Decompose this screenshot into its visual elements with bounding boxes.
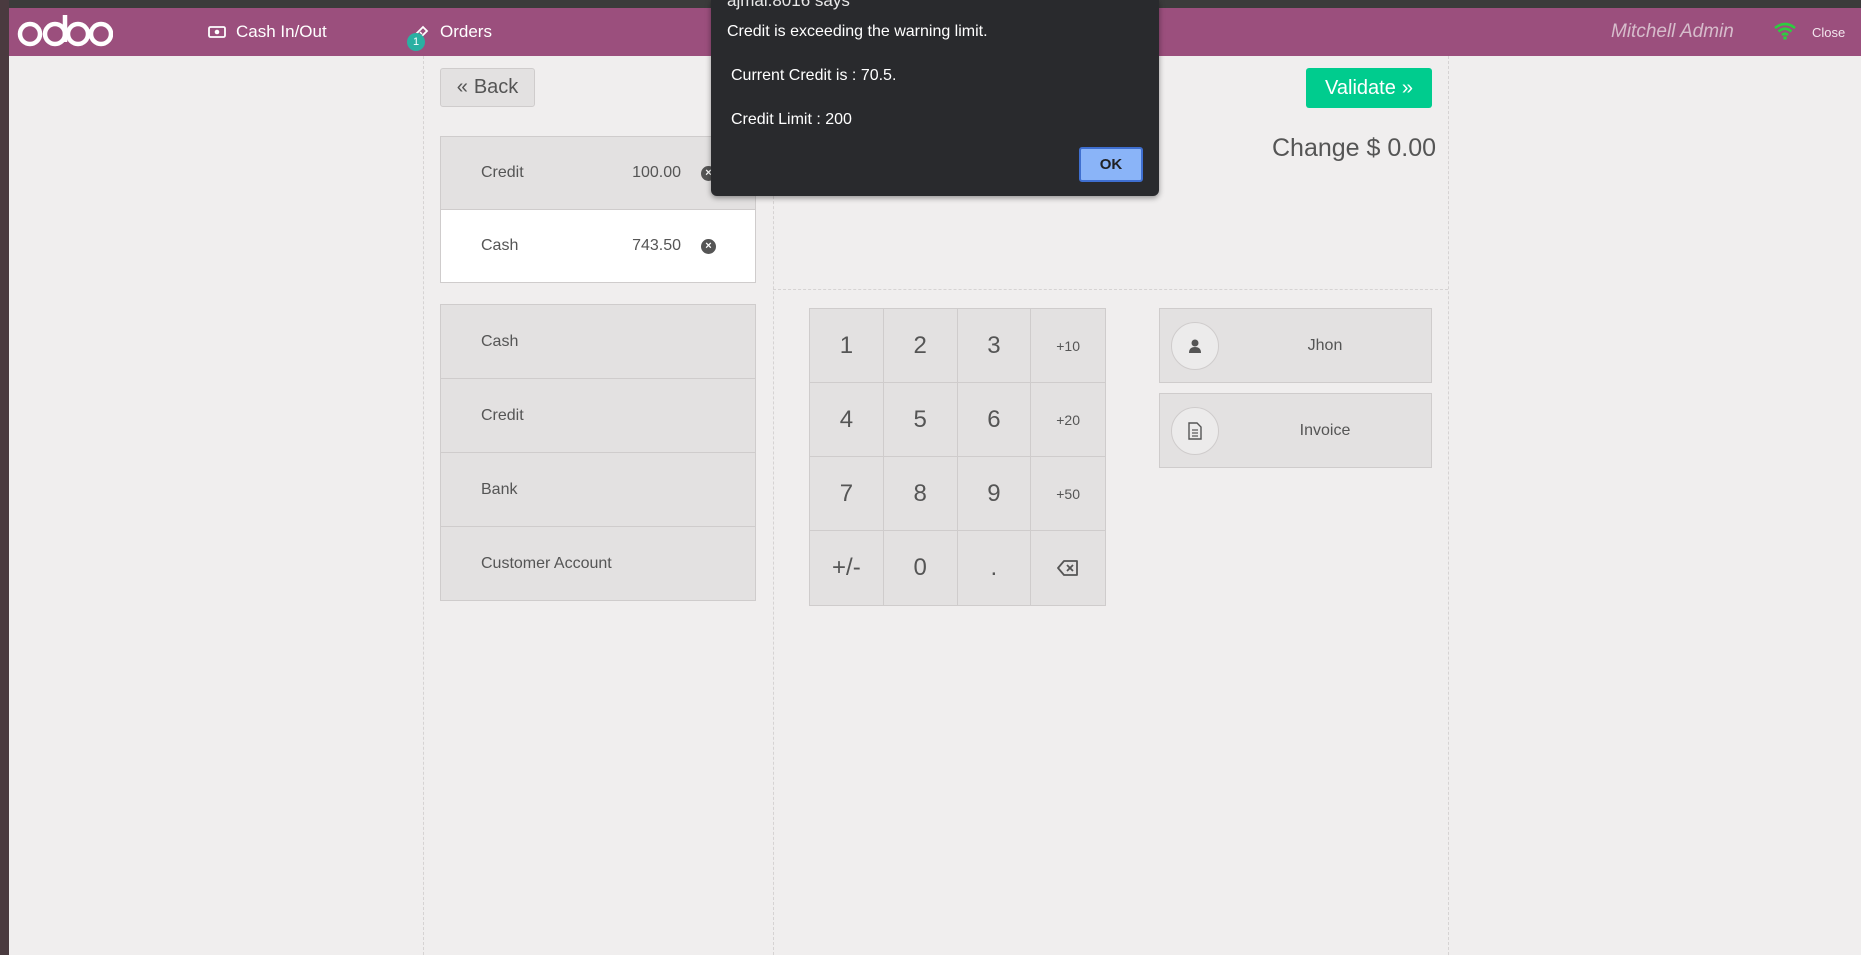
numpad-key-plus50[interactable]: +50 bbox=[1031, 457, 1105, 531]
change-amount: Change $ 0.00 bbox=[1272, 134, 1437, 162]
paymentline-method: Cash bbox=[481, 237, 519, 254]
dialog-message-warning: Credit is exceeding the warning limit. bbox=[727, 23, 988, 40]
window-left-edge bbox=[0, 0, 9, 955]
numpad-key-plus10[interactable]: +10 bbox=[1031, 309, 1105, 383]
orders-count-badge: 1 bbox=[407, 33, 425, 51]
odoo-logo bbox=[17, 12, 114, 55]
backspace-icon bbox=[1057, 560, 1079, 576]
paymentline-selected[interactable]: Cash 743.50 × bbox=[440, 209, 756, 283]
numpad-key-2[interactable]: 2 bbox=[883, 309, 958, 383]
back-label: Back bbox=[473, 76, 519, 98]
orders-label: Orders bbox=[440, 22, 492, 41]
payment-method-credit[interactable]: Credit bbox=[440, 378, 756, 453]
back-button[interactable]: « Back bbox=[440, 68, 535, 107]
dialog-ok-button[interactable]: OK bbox=[1079, 147, 1143, 182]
double-chevron-right-icon: » bbox=[1401, 76, 1413, 99]
numpad-key-1[interactable]: 1 bbox=[810, 309, 884, 383]
file-text-icon bbox=[1171, 407, 1219, 455]
screen-border-left bbox=[423, 56, 424, 955]
numpad-key-sign[interactable]: +/- bbox=[810, 531, 884, 605]
user-icon bbox=[1171, 322, 1219, 370]
numpad-key-5[interactable]: 5 bbox=[883, 383, 958, 457]
payment-method-bank[interactable]: Bank bbox=[440, 452, 756, 527]
customer-name: Jhon bbox=[1307, 336, 1343, 354]
numpad-key-dot[interactable]: . bbox=[958, 531, 1032, 605]
orders-button[interactable]: 1 Orders bbox=[407, 8, 492, 56]
invoice-label: Invoice bbox=[1299, 421, 1351, 439]
right-pane-divider bbox=[773, 289, 1448, 290]
numpad-key-9[interactable]: 9 bbox=[957, 457, 1032, 531]
payment-method-cash[interactable]: Cash bbox=[440, 304, 756, 379]
cash-in-out-button[interactable]: Cash In/Out bbox=[208, 8, 327, 56]
dialog-origin: ajmal.8016 says bbox=[727, 0, 850, 10]
odoo-logo-graphic bbox=[17, 15, 114, 47]
customer-button[interactable]: Jhon bbox=[1159, 308, 1432, 383]
paymentline-amount: 100.00 bbox=[632, 164, 681, 181]
numpad-key-7[interactable]: 7 bbox=[810, 457, 884, 531]
numpad-key-0[interactable]: 0 bbox=[884, 531, 958, 605]
numpad-key-backspace[interactable] bbox=[1031, 531, 1105, 605]
paymentlines-list: Credit 100.00 × Cash 743.50 × bbox=[440, 136, 756, 283]
payment-methods-list: Cash Credit Bank Customer Account bbox=[440, 304, 756, 601]
dialog-message-credit-limit: Credit Limit : 200 bbox=[731, 111, 852, 128]
paymentline[interactable]: Credit 100.00 × bbox=[440, 136, 756, 210]
numpad-key-3[interactable]: 3 bbox=[957, 309, 1032, 383]
numpad-key-8[interactable]: 8 bbox=[883, 457, 958, 531]
money-icon bbox=[208, 26, 226, 38]
double-chevron-left-icon: « bbox=[456, 76, 468, 98]
screen-border-right bbox=[1448, 56, 1449, 955]
user-name: Mitchell Admin bbox=[1611, 21, 1734, 42]
close-button[interactable]: Close bbox=[1812, 8, 1845, 56]
dialog-message-current-credit: Current Credit is : 70.5. bbox=[731, 67, 897, 84]
cash-in-out-label: Cash In/Out bbox=[236, 22, 327, 41]
invoice-button[interactable]: Invoice bbox=[1159, 393, 1432, 468]
payment-method-customer-account[interactable]: Customer Account bbox=[440, 526, 756, 601]
paymentline-amount: 743.50 bbox=[632, 237, 681, 254]
numpad-key-plus20[interactable]: +20 bbox=[1031, 383, 1105, 457]
validate-button[interactable]: Validate » bbox=[1306, 68, 1432, 108]
alert-dialog: ajmal.8016 says Credit is exceeding the … bbox=[711, 0, 1159, 196]
delete-icon[interactable]: × bbox=[701, 239, 716, 254]
numpad-key-6[interactable]: 6 bbox=[957, 383, 1032, 457]
numpad-key-4[interactable]: 4 bbox=[810, 383, 884, 457]
numpad: 1 2 3 +10 4 5 6 +20 7 8 9 +50 +/- 0 . bbox=[809, 308, 1106, 606]
paymentline-method: Credit bbox=[481, 164, 524, 181]
ticket-icon: 1 bbox=[407, 24, 430, 51]
validate-label: Validate bbox=[1325, 76, 1396, 99]
wifi-icon bbox=[1773, 21, 1797, 46]
